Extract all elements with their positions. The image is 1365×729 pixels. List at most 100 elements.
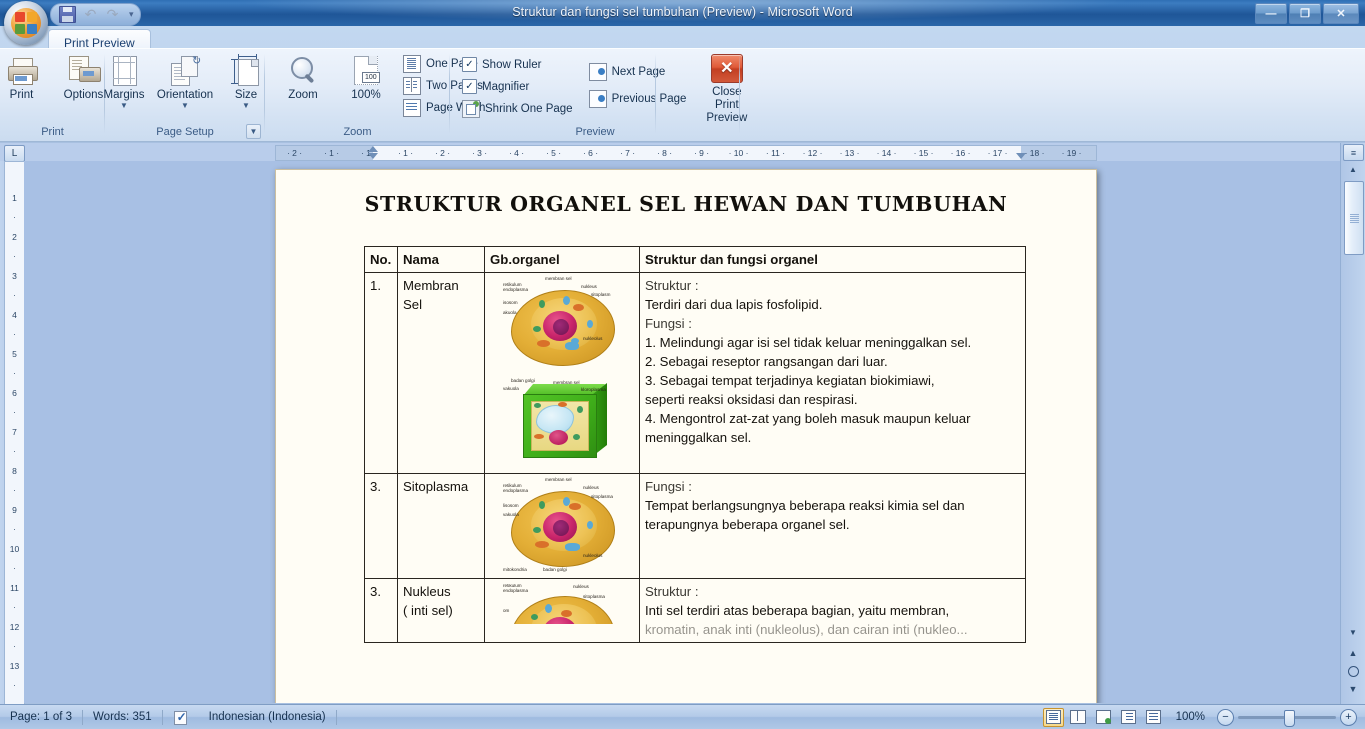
proofing-status[interactable] bbox=[163, 708, 199, 726]
customize-qat-icon[interactable]: ▾ bbox=[129, 9, 134, 20]
vertical-ruler-minor-tick: · bbox=[13, 485, 16, 495]
first-line-indent-marker[interactable] bbox=[368, 146, 378, 152]
zoom-button[interactable]: Zoom bbox=[273, 51, 333, 101]
label-akuola: akuola bbox=[503, 310, 517, 315]
label-vakuola: vakuola bbox=[503, 386, 519, 391]
vertical-ruler-tick: 1 bbox=[12, 193, 17, 203]
scrollbar-thumb[interactable] bbox=[1344, 181, 1364, 255]
size-button-label: Size bbox=[234, 89, 258, 101]
undo-icon[interactable]: ↶ bbox=[83, 7, 98, 22]
horizontal-ruler-strip[interactable]: · 2 · · 1 · · 1 · · 1 · · 2 · · 3 · · 4 · · 5 ·… bbox=[275, 145, 1097, 161]
word-count[interactable]: Words: 351 bbox=[83, 708, 162, 726]
previous-object-button[interactable]: ▲ bbox=[1345, 645, 1361, 661]
vertical-scrollbar[interactable]: ≡ ▲ ▼ ▲ ▼ bbox=[1340, 143, 1365, 705]
language-indicator[interactable]: Indonesian (Indonesia) bbox=[199, 708, 336, 726]
ruler-tick-marks: · 2 · · 1 · · 1 · · 1 · · 2 · · 3 · · 4 · · 5 ·… bbox=[276, 147, 1090, 159]
page-setup-dialog-launcher[interactable]: ▼ bbox=[246, 124, 261, 139]
zoom-percentage[interactable]: 100% bbox=[1168, 711, 1213, 723]
row1-content: Struktur : Terdiri dari dua lapis fosfol… bbox=[639, 272, 1026, 474]
show-ruler-checkbox[interactable]: ✓ Show Ruler bbox=[458, 54, 577, 75]
scroll-down-button[interactable]: ▼ bbox=[1344, 624, 1362, 641]
page-indicator[interactable]: Page: 1 of 3 bbox=[0, 708, 82, 726]
ruler-tick: · 1 · bbox=[323, 148, 340, 158]
view-outline-button[interactable] bbox=[1118, 708, 1139, 727]
select-browse-object-button[interactable] bbox=[1345, 663, 1361, 679]
document-preview-area[interactable]: STRUKTUR ORGANEL SEL HEWAN DAN TUMBUHAN … bbox=[24, 161, 1341, 703]
label-sitoplasma: sitoplasma bbox=[583, 594, 605, 599]
ribbon-tab-strip: Print Preview bbox=[0, 26, 1365, 53]
scroll-up-button[interactable]: ▲ bbox=[1344, 161, 1362, 178]
print-layout-icon bbox=[1045, 710, 1061, 724]
row2-diagram-cell: membran sel nukleus sitoplasma retikulum… bbox=[484, 473, 640, 579]
magnifier-checkbox[interactable]: ✓ Magnifier bbox=[458, 76, 577, 97]
split-window-button[interactable]: ≡ bbox=[1343, 144, 1364, 161]
view-full-screen-reading-button[interactable] bbox=[1068, 708, 1089, 727]
zoom-slider-thumb[interactable] bbox=[1284, 709, 1295, 727]
row2-line-1: Tempat berlangsungnya beberapa reaksi ki… bbox=[645, 498, 965, 513]
view-draft-button[interactable] bbox=[1143, 708, 1164, 727]
view-web-layout-button[interactable] bbox=[1093, 708, 1114, 727]
zoom-out-button[interactable]: − bbox=[1217, 708, 1234, 726]
row1-no: 1. bbox=[364, 272, 398, 474]
outline-icon bbox=[1120, 710, 1136, 724]
table-row: 3. Sitoplasma membran sel nukleus sitopl… bbox=[364, 473, 1026, 579]
close-button[interactable]: ✕ bbox=[1323, 3, 1359, 24]
vertical-ruler-tick: 7 bbox=[12, 427, 17, 437]
row1-line-6: seperti reaksi oksidasi dan respirasi. bbox=[645, 392, 858, 407]
word-print-preview-window: Struktur dan fungsi sel tumbuhan (Previe… bbox=[0, 0, 1365, 729]
page-width-icon bbox=[403, 98, 421, 117]
organelle-table: No. Nama Gb.organel Struktur dan fungsi … bbox=[364, 246, 1026, 643]
label-nukleolus: nukleolus bbox=[583, 553, 603, 558]
label-nukleus: nukleus bbox=[583, 485, 599, 490]
size-caret-icon[interactable]: ▼ bbox=[242, 102, 250, 110]
row1-line-8: meninggalkan sel. bbox=[645, 430, 752, 445]
size-icon bbox=[230, 54, 262, 86]
row3-nama: Nukleus ( inti sel) bbox=[397, 578, 485, 643]
shrink-one-page-button[interactable]: Shrink One Page bbox=[458, 98, 577, 119]
margins-button[interactable]: Margins ▼ bbox=[94, 51, 154, 110]
ruler-tick: · 2 · bbox=[434, 148, 451, 158]
orientation-button[interactable]: ↻ Orientation ▼ bbox=[155, 51, 215, 110]
document-page[interactable]: STRUKTUR ORGANEL SEL HEWAN DAN TUMBUHAN … bbox=[275, 169, 1097, 703]
print-button[interactable]: Print bbox=[0, 51, 52, 101]
next-object-button[interactable]: ▼ bbox=[1345, 681, 1361, 697]
minimize-button[interactable]: — bbox=[1255, 3, 1287, 24]
col-header-gb-organel: Gb.organel bbox=[484, 246, 640, 273]
close-print-preview-label-line2: Preview bbox=[706, 112, 748, 124]
vertical-ruler-minor-tick: · bbox=[13, 680, 16, 690]
ribbon-group-print: Print Options Print bbox=[0, 49, 105, 141]
vertical-ruler[interactable]: 1 · 2 · 3 · 4 · 5 · 6 · 7 · 8 · 9 · 10 · 11 · 12 · 13 · bbox=[4, 161, 25, 705]
label-membran-sel: membran sel bbox=[545, 477, 572, 482]
save-icon[interactable] bbox=[59, 6, 76, 23]
label-lisosom: lisosom bbox=[503, 503, 519, 508]
vertical-ruler-tick: 9 bbox=[12, 505, 17, 515]
ruler-tick: · 10 · bbox=[728, 148, 749, 158]
row3-no: 3. bbox=[364, 578, 398, 643]
view-print-layout-button[interactable] bbox=[1042, 707, 1064, 727]
row3-content: Struktur : Inti sel terdiri atas beberap… bbox=[639, 578, 1026, 643]
vertical-ruler-tick: 13 bbox=[9, 661, 20, 671]
right-indent-marker[interactable] bbox=[1016, 153, 1026, 159]
tab-stop-selector[interactable]: L bbox=[4, 145, 25, 162]
close-print-preview-button[interactable]: ✕ Close Print Preview bbox=[706, 51, 747, 125]
horizontal-ruler[interactable]: L · 2 · · 1 · · 1 · · 1 · · 2 · · 3 · · 4 · · 5… bbox=[0, 143, 1365, 162]
orientation-caret-icon[interactable]: ▼ bbox=[181, 102, 189, 110]
redo-icon[interactable]: ↷ bbox=[105, 7, 120, 22]
restore-button[interactable]: ❐ bbox=[1289, 3, 1321, 24]
hanging-indent-marker[interactable] bbox=[368, 153, 378, 159]
zoom-in-button[interactable]: + bbox=[1340, 708, 1357, 726]
ruler-tick: · 16 · bbox=[950, 148, 971, 158]
group-label-zoom: Zoom bbox=[343, 126, 372, 138]
previous-page-button[interactable]: Previous Page bbox=[585, 88, 691, 109]
magnifier-icon bbox=[287, 54, 319, 86]
margins-caret-icon[interactable]: ▼ bbox=[120, 102, 128, 110]
vertical-ruler-minor-tick: · bbox=[13, 290, 16, 300]
shrink-one-page-icon bbox=[462, 99, 480, 118]
next-page-button[interactable]: Next Page bbox=[585, 61, 691, 82]
previous-page-icon bbox=[588, 89, 607, 108]
label-badan-golgi: badan golgi bbox=[511, 378, 535, 383]
one-page-icon bbox=[403, 54, 421, 73]
zoom-100-button[interactable]: 100 100% bbox=[336, 51, 396, 101]
zoom-slider[interactable] bbox=[1238, 709, 1336, 727]
vertical-ruler-tick: 8 bbox=[12, 466, 17, 476]
